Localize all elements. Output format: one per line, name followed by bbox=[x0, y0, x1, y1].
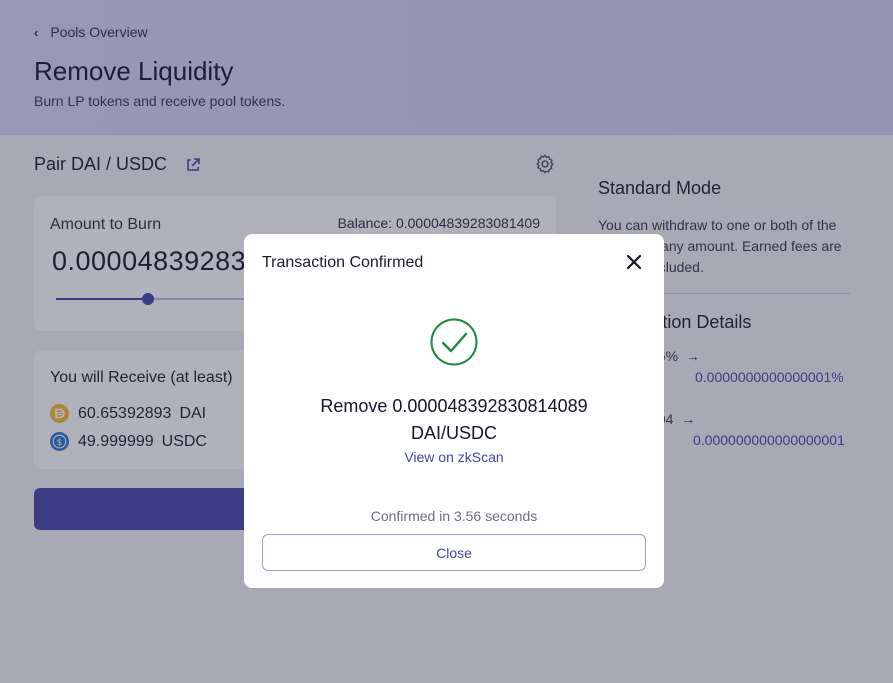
view-on-zkscan-link[interactable]: View on zkScan bbox=[244, 449, 664, 465]
success-check-icon bbox=[430, 318, 478, 366]
dialog-message-line1: Remove 0.000048392830814089 bbox=[320, 396, 588, 416]
dialog-message-line2: DAI/USDC bbox=[410, 423, 497, 443]
confirmation-time: Confirmed in 3.56 seconds bbox=[370, 508, 538, 524]
dialog-title: Transaction Confirmed bbox=[262, 254, 424, 271]
dialog-message: Remove 0.000048392830814089 DAI/USDC bbox=[244, 393, 664, 447]
close-button[interactable]: Close bbox=[262, 534, 646, 571]
close-icon[interactable] bbox=[624, 252, 644, 272]
transaction-confirmed-dialog: Transaction Confirmed Remove 0.000048392… bbox=[244, 234, 664, 588]
